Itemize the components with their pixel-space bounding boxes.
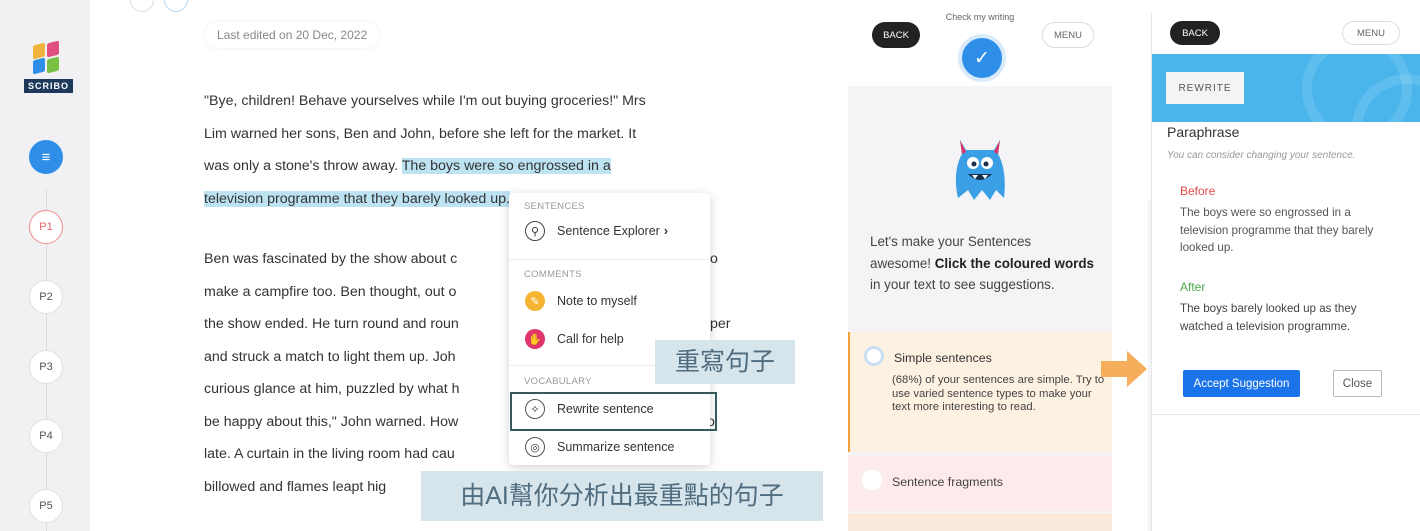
- raised-hand-icon: ✋: [525, 329, 545, 349]
- step-p3[interactable]: P3: [29, 350, 63, 384]
- check-my-writing-button[interactable]: ✓: [958, 34, 1006, 82]
- logo-text: SCRIBO: [24, 79, 74, 93]
- paragraph-2: Ben was fascinated by the show about c m…: [204, 243, 504, 503]
- arrow-right-icon: [1101, 351, 1147, 387]
- annotation-ai: 由AI幫你分析出最重點的句子: [421, 471, 823, 521]
- radio-circle-icon: [864, 346, 884, 366]
- menu-header-vocabulary: VOCABULARY: [524, 376, 592, 387]
- checkmark-icon: ✓: [974, 47, 990, 69]
- check-my-writing-label: Check my writing: [945, 12, 1015, 22]
- p2-line: make a campfire too. Ben thought, out o: [204, 283, 457, 300]
- suggestion-prompt: Let's make your Sentences awesome! Click…: [870, 231, 1095, 296]
- search-icon: ⚲: [525, 221, 545, 241]
- pencil-icon: ✎: [525, 291, 545, 311]
- p2-line: be happy about this," John warned. How: [204, 413, 459, 430]
- suggestions-panel: BACK MENU Check my writing ✓ Let's make …: [848, 0, 1112, 531]
- rewrite-panel: BACK MENU REWRITE Paraphrase You can con…: [1151, 12, 1420, 531]
- menu-header-sentences: SENTENCES: [524, 201, 585, 212]
- after-label: After: [1180, 280, 1206, 294]
- step-p5[interactable]: P5: [29, 489, 63, 523]
- note-to-myself-item[interactable]: ✎ Note to myself: [525, 291, 637, 311]
- outline-step-button[interactable]: ≡: [29, 140, 63, 174]
- step-p4[interactable]: P4: [29, 419, 63, 453]
- sentence-explorer-label: Sentence Explorer: [557, 224, 660, 238]
- p1-line-3-text: was only a stone's throw away.: [204, 158, 402, 174]
- summarize-sentence-item[interactable]: ◎ Summarize sentence: [525, 437, 674, 457]
- step-p1[interactable]: P1: [29, 210, 63, 244]
- p2-line: curious glance at him, puzzled by what h: [204, 381, 460, 397]
- list-icon: ≡: [41, 148, 51, 166]
- simple-sentences-card[interactable]: Simple sentences (68%) of your sentences…: [848, 332, 1112, 452]
- rewrite-back-button[interactable]: BACK: [1170, 21, 1220, 45]
- call-for-help-label: Call for help: [557, 332, 624, 346]
- scribo-logo-icon: [31, 40, 61, 76]
- call-for-help-item[interactable]: ✋ Call for help: [525, 329, 624, 349]
- toolbar-circles: [130, 0, 190, 14]
- radio-circle-icon: [862, 470, 882, 490]
- sentence-fragments-card[interactable]: Sentence fragments: [848, 455, 1112, 511]
- panel-divider: [1152, 414, 1420, 415]
- annotation-rewrite: 重寫句子: [655, 340, 795, 384]
- next-suggestion-card: [848, 513, 1112, 531]
- highlighted-sentence-part-2[interactable]: television programme that they barely lo…: [204, 190, 510, 207]
- menu-header-comments: COMMENTS: [524, 269, 582, 280]
- close-button[interactable]: Close: [1333, 370, 1382, 397]
- scribo-logo: SCRIBO: [24, 40, 74, 102]
- blue-monster-mascot-icon: [955, 140, 1005, 200]
- navigation-rail: SCRIBO ≡ P1 P2 P3 P4 P5: [0, 0, 90, 531]
- p2-line: Ben was fascinated by the show about c: [204, 251, 458, 267]
- rewrite-banner: REWRITE: [1152, 54, 1420, 122]
- after-text: The boys barely looked up as they watche…: [1180, 302, 1357, 333]
- simple-sentences-title: Simple sentences: [894, 351, 992, 365]
- before-label: Before: [1180, 184, 1216, 198]
- p2-line: and struck a match to light them up. Joh: [204, 348, 456, 365]
- before-text: The boys were so engrossed in a televisi…: [1180, 206, 1374, 254]
- simple-sentences-body: (68%) of your sentences are simple. Try …: [892, 374, 1105, 413]
- target-icon: ◎: [525, 437, 545, 457]
- accept-suggestion-button[interactable]: Accept Suggestion: [1183, 370, 1300, 397]
- p2-line: the show ended. He turn round and roun: [204, 316, 459, 332]
- p1-line-2: Lim warned her sons, Ben and John, befor…: [204, 125, 637, 142]
- last-edited-badge: Last edited on 20 Dec, 2022: [205, 22, 380, 48]
- menu-divider: [509, 259, 710, 260]
- back-button[interactable]: BACK: [872, 22, 920, 48]
- chevron-right-icon: ›: [663, 224, 669, 238]
- paraphrase-heading: Paraphrase: [1167, 124, 1240, 140]
- prompt-text-bold: Click the coloured words: [934, 255, 1094, 271]
- sentence-fragments-title: Sentence fragments: [892, 475, 1003, 489]
- p2-tail-line-1: o: [710, 251, 718, 267]
- p2-line: late. A curtain in the living room had c…: [204, 446, 455, 462]
- rewrite-menu-button[interactable]: MENU: [1342, 21, 1400, 45]
- p2-tail-line-3: per: [710, 316, 731, 332]
- paraphrase-subheading: You can consider changing your sentence.: [1167, 150, 1356, 161]
- note-to-myself-label: Note to myself: [557, 294, 637, 308]
- rewrite-tab[interactable]: REWRITE: [1166, 72, 1244, 104]
- rewrite-highlight-box: [510, 392, 717, 431]
- highlighted-sentence-part-1[interactable]: The boys were so engrossed in a: [401, 158, 611, 174]
- summarize-sentence-label: Summarize sentence: [557, 440, 675, 454]
- step-p2[interactable]: P2: [29, 280, 63, 314]
- menu-button[interactable]: MENU: [1042, 22, 1094, 48]
- p1-line-1: "Bye, children! Behave yourselves while …: [204, 93, 646, 109]
- sentence-explorer-item[interactable]: ⚲ Sentence Explorer ›: [525, 221, 668, 241]
- p1-line-3: was only a stone's throw away. The boys …: [204, 150, 744, 183]
